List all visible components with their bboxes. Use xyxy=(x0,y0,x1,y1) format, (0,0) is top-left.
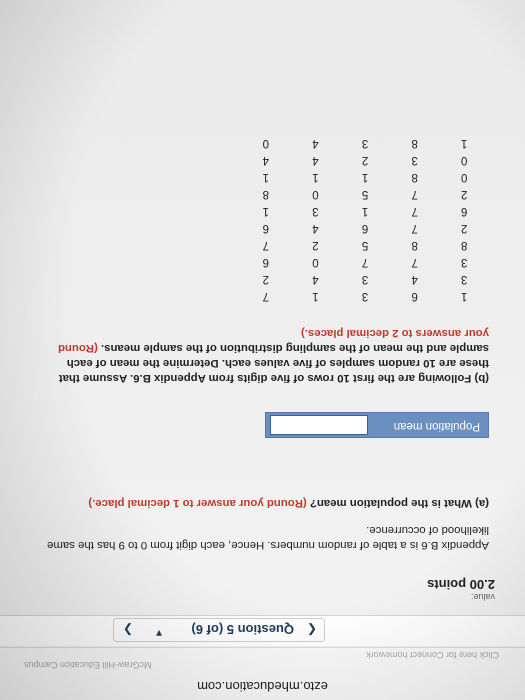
table-cell: 4 xyxy=(411,273,418,286)
table-row: 6 7 1 3 1 xyxy=(241,203,489,220)
table-cell: 4 xyxy=(312,222,319,235)
points-value: 2.00 points xyxy=(427,577,495,592)
table-cell: 0 xyxy=(312,256,319,269)
table-cell: 0 xyxy=(461,154,468,167)
table-row: 3 7 7 0 6 xyxy=(241,254,489,271)
table-cell: 1 xyxy=(361,171,369,184)
table-cell: 6 xyxy=(262,256,270,269)
table-cell: 1 xyxy=(361,205,369,218)
table-cell: 8 xyxy=(411,137,418,150)
table-cell: 2 xyxy=(461,188,468,201)
table-cell: 7 xyxy=(411,256,418,269)
table-cell: 3 xyxy=(461,256,468,269)
table-cell: 2 xyxy=(361,154,369,167)
table-cell: 2 xyxy=(461,222,468,235)
table-cell: 8 xyxy=(411,171,418,184)
table-cell: 6 xyxy=(411,290,418,303)
faint-homework-link[interactable]: Click here for Connect homework xyxy=(366,650,499,660)
population-mean-row: Population mean xyxy=(265,412,489,438)
table-cell: 2 xyxy=(312,239,319,252)
part-b-prefix: (b) Following are the first 10 rows of f… xyxy=(58,342,489,384)
table-cell: 7 xyxy=(361,256,369,269)
population-mean-input[interactable] xyxy=(270,415,368,435)
table-cell: 7 xyxy=(411,222,418,235)
table-cell: 7 xyxy=(262,239,270,252)
population-mean-label: Population mean xyxy=(393,420,480,432)
table-cell: 4 xyxy=(312,137,319,150)
table-cell: 1 xyxy=(262,171,270,184)
table-cell: 7 xyxy=(411,205,418,218)
table-cell: 4 xyxy=(312,273,319,286)
table-cell: 3 xyxy=(312,205,319,218)
table-cell: 1 xyxy=(461,290,468,303)
table-cell: 5 xyxy=(361,239,369,252)
table-cell: 0 xyxy=(262,137,270,150)
caret-down-icon[interactable]: ▼ xyxy=(154,627,164,638)
table-cell: 6 xyxy=(361,222,369,235)
table-cell: 7 xyxy=(411,188,418,201)
question-title: Question 5 (of 6) xyxy=(191,622,294,637)
value-label: value: xyxy=(470,592,495,602)
table-cell: 8 xyxy=(411,239,418,252)
table-cell: 3 xyxy=(461,273,468,286)
table-cell: 3 xyxy=(411,154,418,167)
chevron-left-icon: ❮ xyxy=(306,623,318,637)
table-cell: 1 xyxy=(262,205,270,218)
table-row: 8 8 5 2 7 xyxy=(241,237,489,254)
intro-text: Appendix B.6 is a table of random number… xyxy=(47,524,489,551)
table-cell: 3 xyxy=(361,273,369,286)
table-cell: 3 xyxy=(361,137,369,150)
next-question-button[interactable]: ❯ xyxy=(118,621,138,639)
part-b-question: (b) Following are the first 10 rows of f… xyxy=(39,325,489,385)
rotated-page: ezto.mheducation.com McGraw-Hill Educati… xyxy=(0,0,525,700)
table-row: 3 4 3 4 2 xyxy=(241,271,489,288)
question-navigator: ❮ Question 5 (of 6) ▼ ❯ xyxy=(0,615,525,646)
table-cell: 0 xyxy=(312,188,319,201)
prev-question-button[interactable]: ❮ xyxy=(302,621,322,639)
table-cell: 8 xyxy=(461,239,468,252)
part-a-question: (a) What is the population mean? (Round … xyxy=(39,495,489,510)
screen: ezto.mheducation.com McGraw-Hill Educati… xyxy=(0,0,525,700)
table-cell: 0 xyxy=(461,171,468,184)
random-digits-table: 1631734342377068852727646671312750808111… xyxy=(241,135,489,305)
table-cell: 1 xyxy=(461,137,468,150)
table-row: 0 3 2 4 4 xyxy=(241,152,489,169)
table-cell: 2 xyxy=(262,273,270,286)
part-a-instruction: (Round your answer to 1 decimal place.) xyxy=(88,497,307,509)
table-row: 2 7 5 0 8 xyxy=(241,186,489,203)
table-cell: 3 xyxy=(361,290,369,303)
table-row: 0 8 1 1 1 xyxy=(241,169,489,186)
table-row: 2 7 6 4 6 xyxy=(241,220,489,237)
question-selector[interactable]: ❮ Question 5 (of 6) ▼ ❯ xyxy=(113,618,325,642)
table-row: 1 8 3 4 0 xyxy=(241,135,489,152)
faint-campus-link[interactable]: McGraw-Hill Education Campus xyxy=(24,660,152,670)
table-cell: 4 xyxy=(262,154,270,167)
part-a-prefix: (a) What is the population mean? xyxy=(309,497,489,509)
table-cell: 4 xyxy=(312,154,319,167)
chevron-right-icon: ❯ xyxy=(122,623,134,637)
table-cell: 6 xyxy=(461,205,468,218)
table-cell: 1 xyxy=(312,171,319,184)
browser-bar: ezto.mheducation.com McGraw-Hill Educati… xyxy=(0,647,525,700)
table-cell: 1 xyxy=(312,290,319,303)
table-cell: 5 xyxy=(361,188,369,201)
table-cell: 7 xyxy=(262,290,270,303)
table-cell: 8 xyxy=(262,188,270,201)
table-cell: 6 xyxy=(262,222,270,235)
url-text[interactable]: ezto.mheducation.com xyxy=(0,679,525,694)
table-row: 1 6 3 1 7 xyxy=(241,288,489,305)
